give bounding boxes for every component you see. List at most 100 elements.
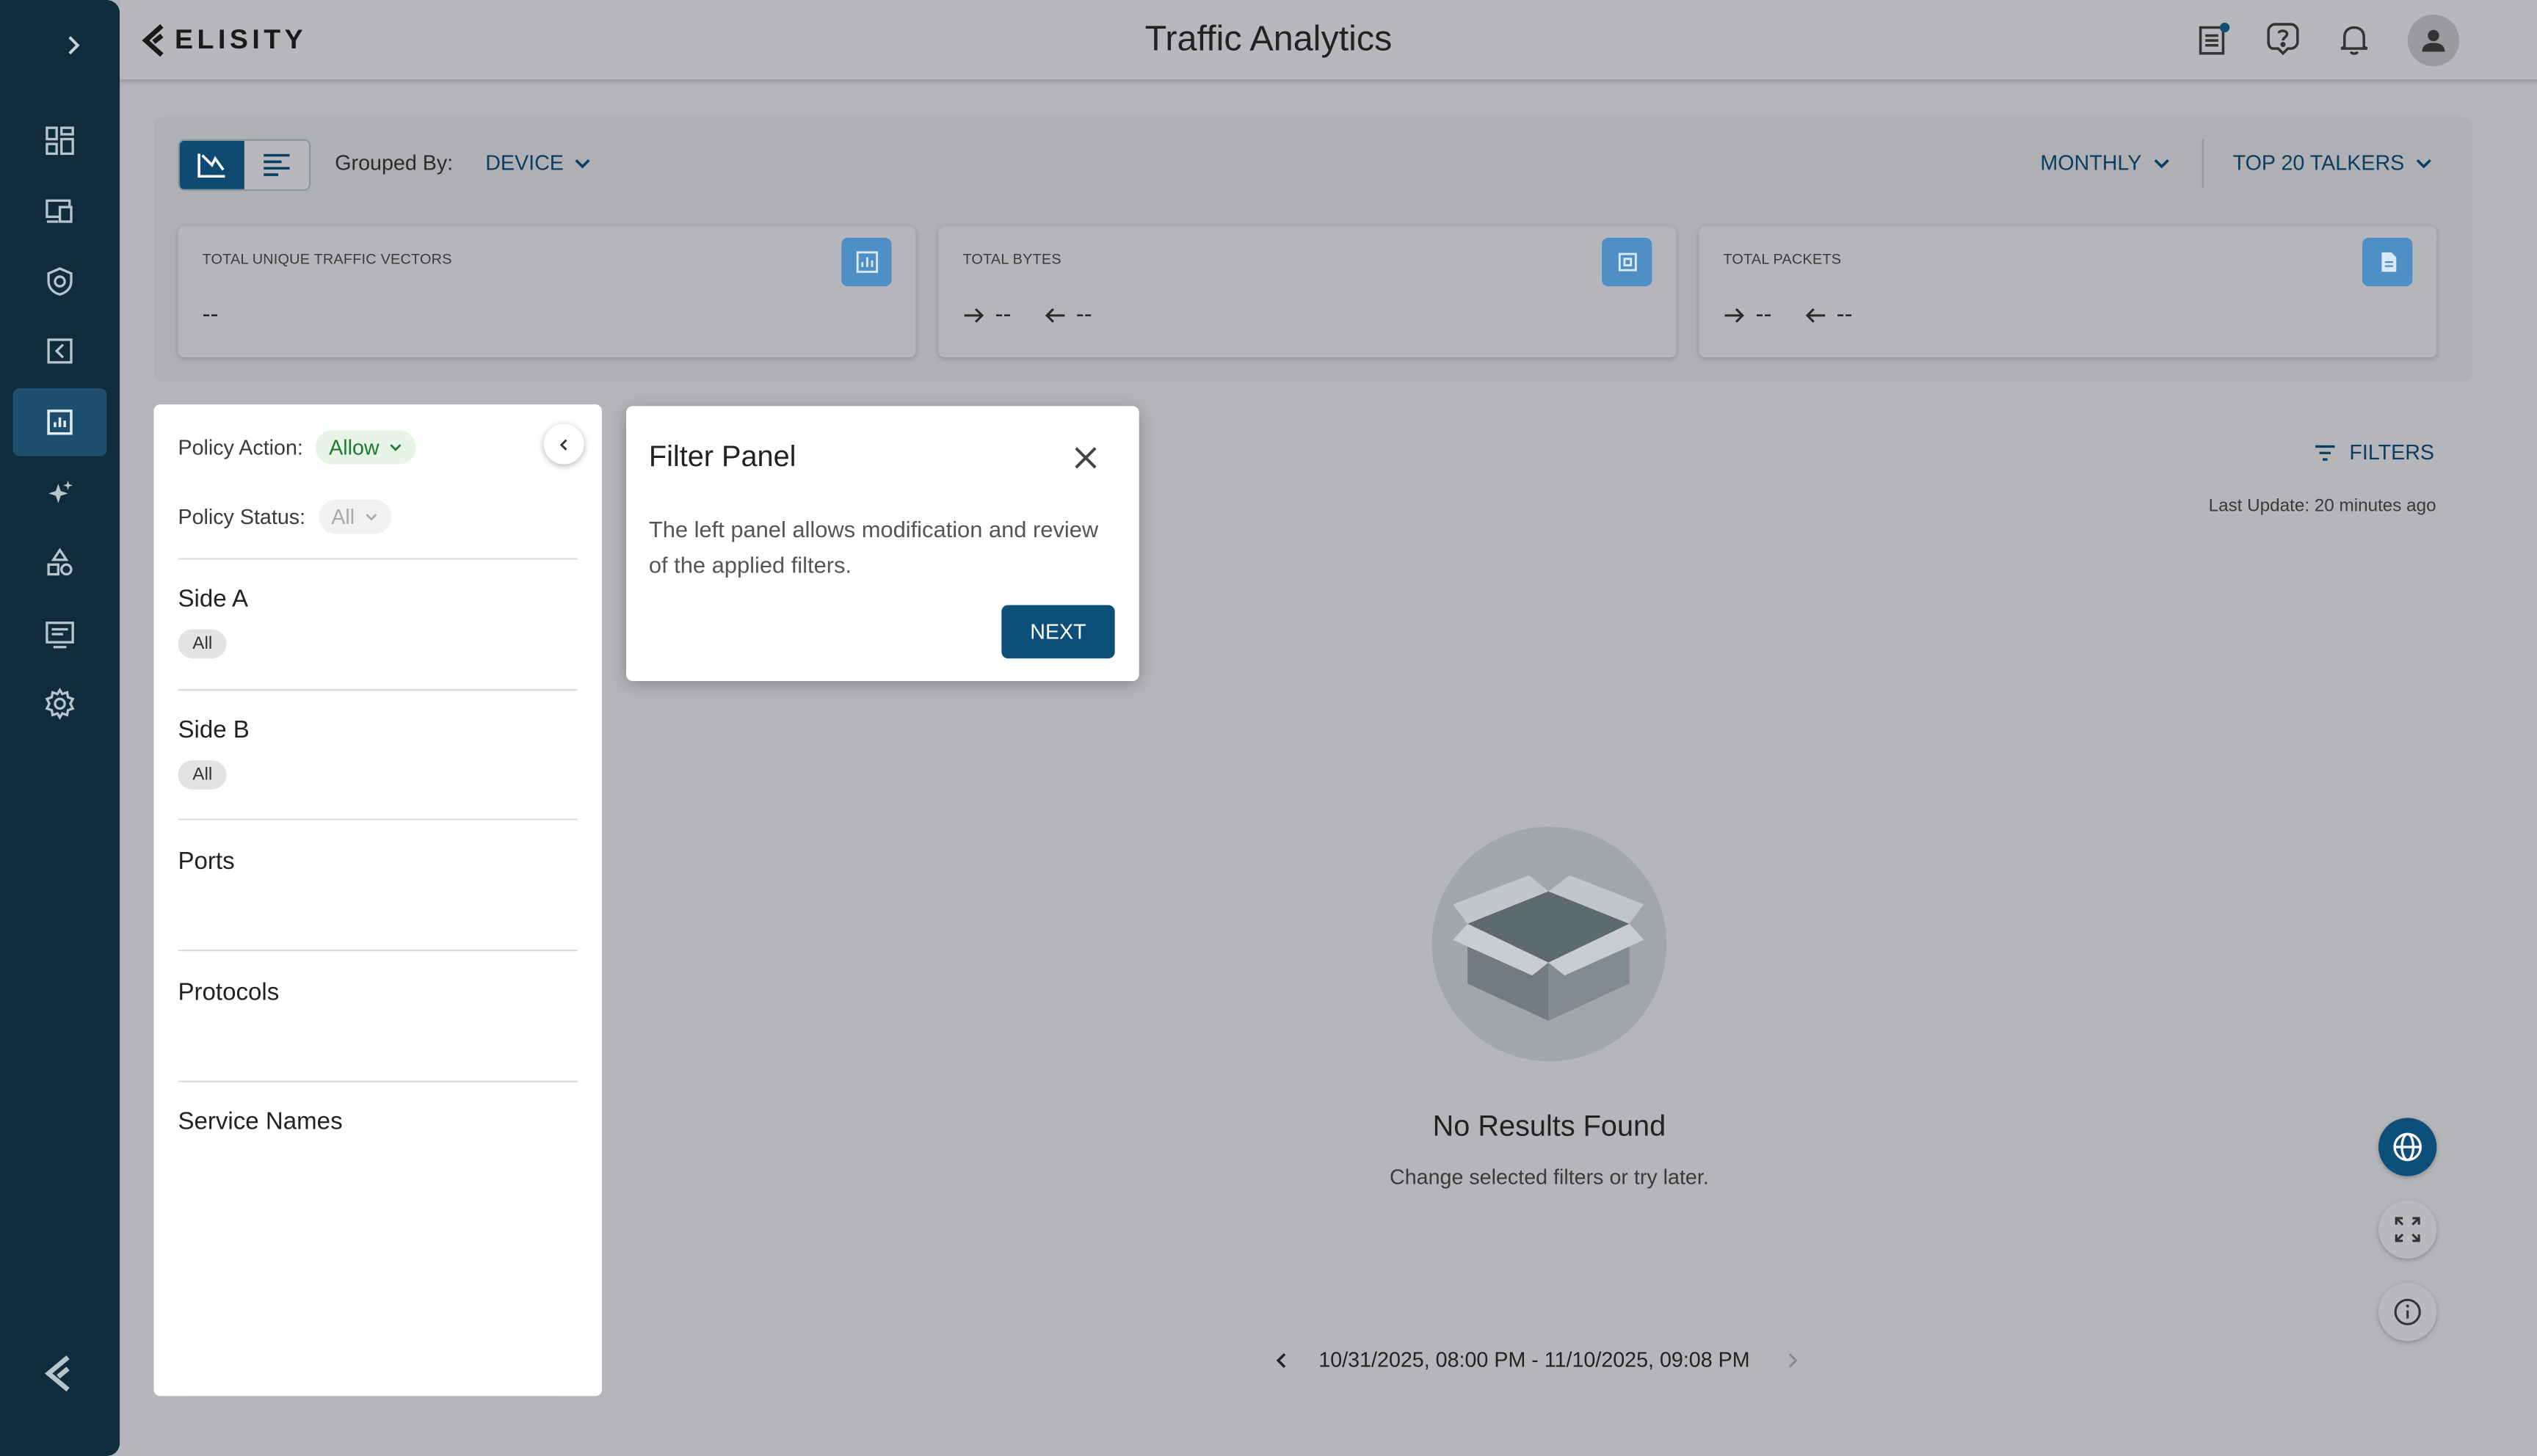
chevron-right-icon[interactable] xyxy=(1785,1350,1801,1369)
fullscreen-button[interactable] xyxy=(2378,1200,2437,1259)
close-icon[interactable] xyxy=(1072,445,1098,470)
card-label: TOTAL UNIQUE TRAFFIC VECTORS xyxy=(202,250,452,267)
toolbar-divider xyxy=(2202,139,2204,188)
sidebar-item-settings[interactable] xyxy=(13,670,107,738)
grouped-by-dropdown[interactable]: DEVICE xyxy=(485,150,592,175)
dashboard-icon xyxy=(46,126,74,156)
graph-view-icon xyxy=(197,153,225,178)
card-value: -- -- xyxy=(962,301,1092,328)
list-view-button[interactable] xyxy=(244,141,309,189)
sidebar-item-policies[interactable] xyxy=(13,247,107,316)
packets-out-value: -- xyxy=(1755,301,1772,329)
arrow-left-icon xyxy=(1805,307,1826,322)
connector-icon xyxy=(47,338,73,364)
shapes-icon xyxy=(47,547,73,576)
service-names-heading: Service Names xyxy=(178,1108,343,1136)
policy-action-dropdown[interactable]: Allow xyxy=(316,430,417,465)
side-a-chip[interactable]: All xyxy=(178,629,228,659)
grouped-by-value: DEVICE xyxy=(485,150,564,175)
logs-icon xyxy=(46,622,74,649)
view-toggle xyxy=(178,139,311,192)
stat-card-traffic-vectors: TOTAL UNIQUE TRAFFIC VECTORS -- xyxy=(178,226,916,358)
card-value: -- xyxy=(203,301,219,328)
chevron-down-icon xyxy=(2416,158,2431,168)
period-dropdown[interactable]: MONTHLY xyxy=(2040,150,2171,175)
sparkle-icon xyxy=(48,480,73,503)
stat-card-total-bytes: TOTAL BYTES -- -- xyxy=(938,226,1677,358)
policy-status-row: Policy Status: All xyxy=(178,500,392,534)
shield-icon xyxy=(47,267,73,296)
traffic-vectors-value: -- xyxy=(202,301,219,329)
tour-popover: Filter Panel The left panel allows modif… xyxy=(625,406,1139,682)
card-label: TOTAL BYTES xyxy=(962,250,1061,267)
policy-status-value: All xyxy=(331,504,355,529)
arrow-right-icon xyxy=(964,307,984,322)
sidebar-item-analytics[interactable] xyxy=(12,388,107,456)
bytes-in-value: -- xyxy=(1075,301,1092,329)
side-b-chip[interactable]: All xyxy=(178,760,228,790)
divider xyxy=(178,1080,578,1082)
empty-box-icon xyxy=(1431,826,1667,1062)
empty-state-subtitle: Change selected filters or try later. xyxy=(1390,1165,1709,1190)
stat-card-total-packets: TOTAL PACKETS -- -- xyxy=(1699,226,2437,358)
elisity-logo-icon xyxy=(44,1355,70,1392)
talkers-value: TOP 20 TALKERS xyxy=(2232,150,2405,175)
memory-icon xyxy=(1602,238,1652,287)
chevron-down-icon xyxy=(2153,158,2168,168)
chart-icon xyxy=(841,238,892,287)
side-a-heading: Side A xyxy=(178,585,249,614)
globe-icon xyxy=(2393,1132,2422,1162)
popover-title: Filter Panel xyxy=(648,440,796,473)
sidebar-item-devices[interactable] xyxy=(13,176,107,244)
talkers-dropdown[interactable]: TOP 20 TALKERS xyxy=(2233,150,2433,175)
divider xyxy=(178,689,578,691)
devices-icon xyxy=(46,199,73,223)
policy-status-dropdown[interactable]: All xyxy=(318,500,392,534)
last-update: Last Update: 20 minutes ago xyxy=(2208,496,2436,517)
filters-button[interactable]: FILTERS xyxy=(2314,440,2434,465)
gear-icon xyxy=(45,687,75,720)
sidebar xyxy=(0,0,120,1456)
filters-label: FILTERS xyxy=(2349,440,2435,465)
info-icon xyxy=(2394,1298,2421,1325)
empty-state-title: No Results Found xyxy=(1432,1110,1666,1143)
popover-body: The left panel allows modification and r… xyxy=(648,516,1099,578)
list-view-icon xyxy=(264,153,290,176)
arrow-left-icon xyxy=(1045,307,1065,322)
user-icon xyxy=(2422,29,2445,52)
bell-icon[interactable] xyxy=(2337,21,2372,57)
help-icon[interactable] xyxy=(2265,21,2301,57)
side-b-heading: Side B xyxy=(178,716,250,745)
sidebar-item-logs[interactable] xyxy=(13,600,107,669)
divider xyxy=(178,818,578,820)
filter-panel: Policy Action: Allow Policy Status: All … xyxy=(153,404,602,1397)
chevron-down-icon xyxy=(366,514,377,521)
globe-button[interactable] xyxy=(2378,1118,2437,1176)
divider xyxy=(178,949,578,952)
chevron-down-icon xyxy=(391,444,402,451)
sidebar-item-groups[interactable] xyxy=(13,529,107,597)
policy-action-row: Policy Action: Allow xyxy=(178,430,417,465)
graph-view-button[interactable] xyxy=(179,140,244,189)
info-button[interactable] xyxy=(2378,1283,2437,1342)
divider xyxy=(178,558,578,560)
chevron-left-icon[interactable] xyxy=(1274,1350,1290,1369)
sidebar-item-connectors[interactable] xyxy=(13,317,107,385)
user-avatar[interactable] xyxy=(2407,14,2460,67)
sidebar-item-dashboard[interactable] xyxy=(13,106,107,175)
next-button[interactable]: NEXT xyxy=(1001,605,1115,659)
collapse-panel-button[interactable] xyxy=(543,423,584,465)
chevron-down-icon xyxy=(576,158,591,168)
reports-icon[interactable] xyxy=(2196,21,2231,57)
grouped-by-label: Grouped By: xyxy=(335,150,454,175)
date-range-navigator: 10/31/2025, 08:00 PM - 11/10/2025, 09:08… xyxy=(1274,1347,1802,1372)
arrow-right-icon xyxy=(1724,307,1744,322)
chevron-left-icon xyxy=(559,438,567,450)
filter-icon xyxy=(2315,444,2335,460)
sidebar-item-ai[interactable] xyxy=(13,459,107,528)
expand-icon xyxy=(2395,1217,2420,1242)
analytics-icon xyxy=(47,410,73,435)
bytes-out-value: -- xyxy=(995,301,1012,329)
policy-action-value: Allow xyxy=(329,434,380,460)
document-icon xyxy=(2362,238,2413,287)
